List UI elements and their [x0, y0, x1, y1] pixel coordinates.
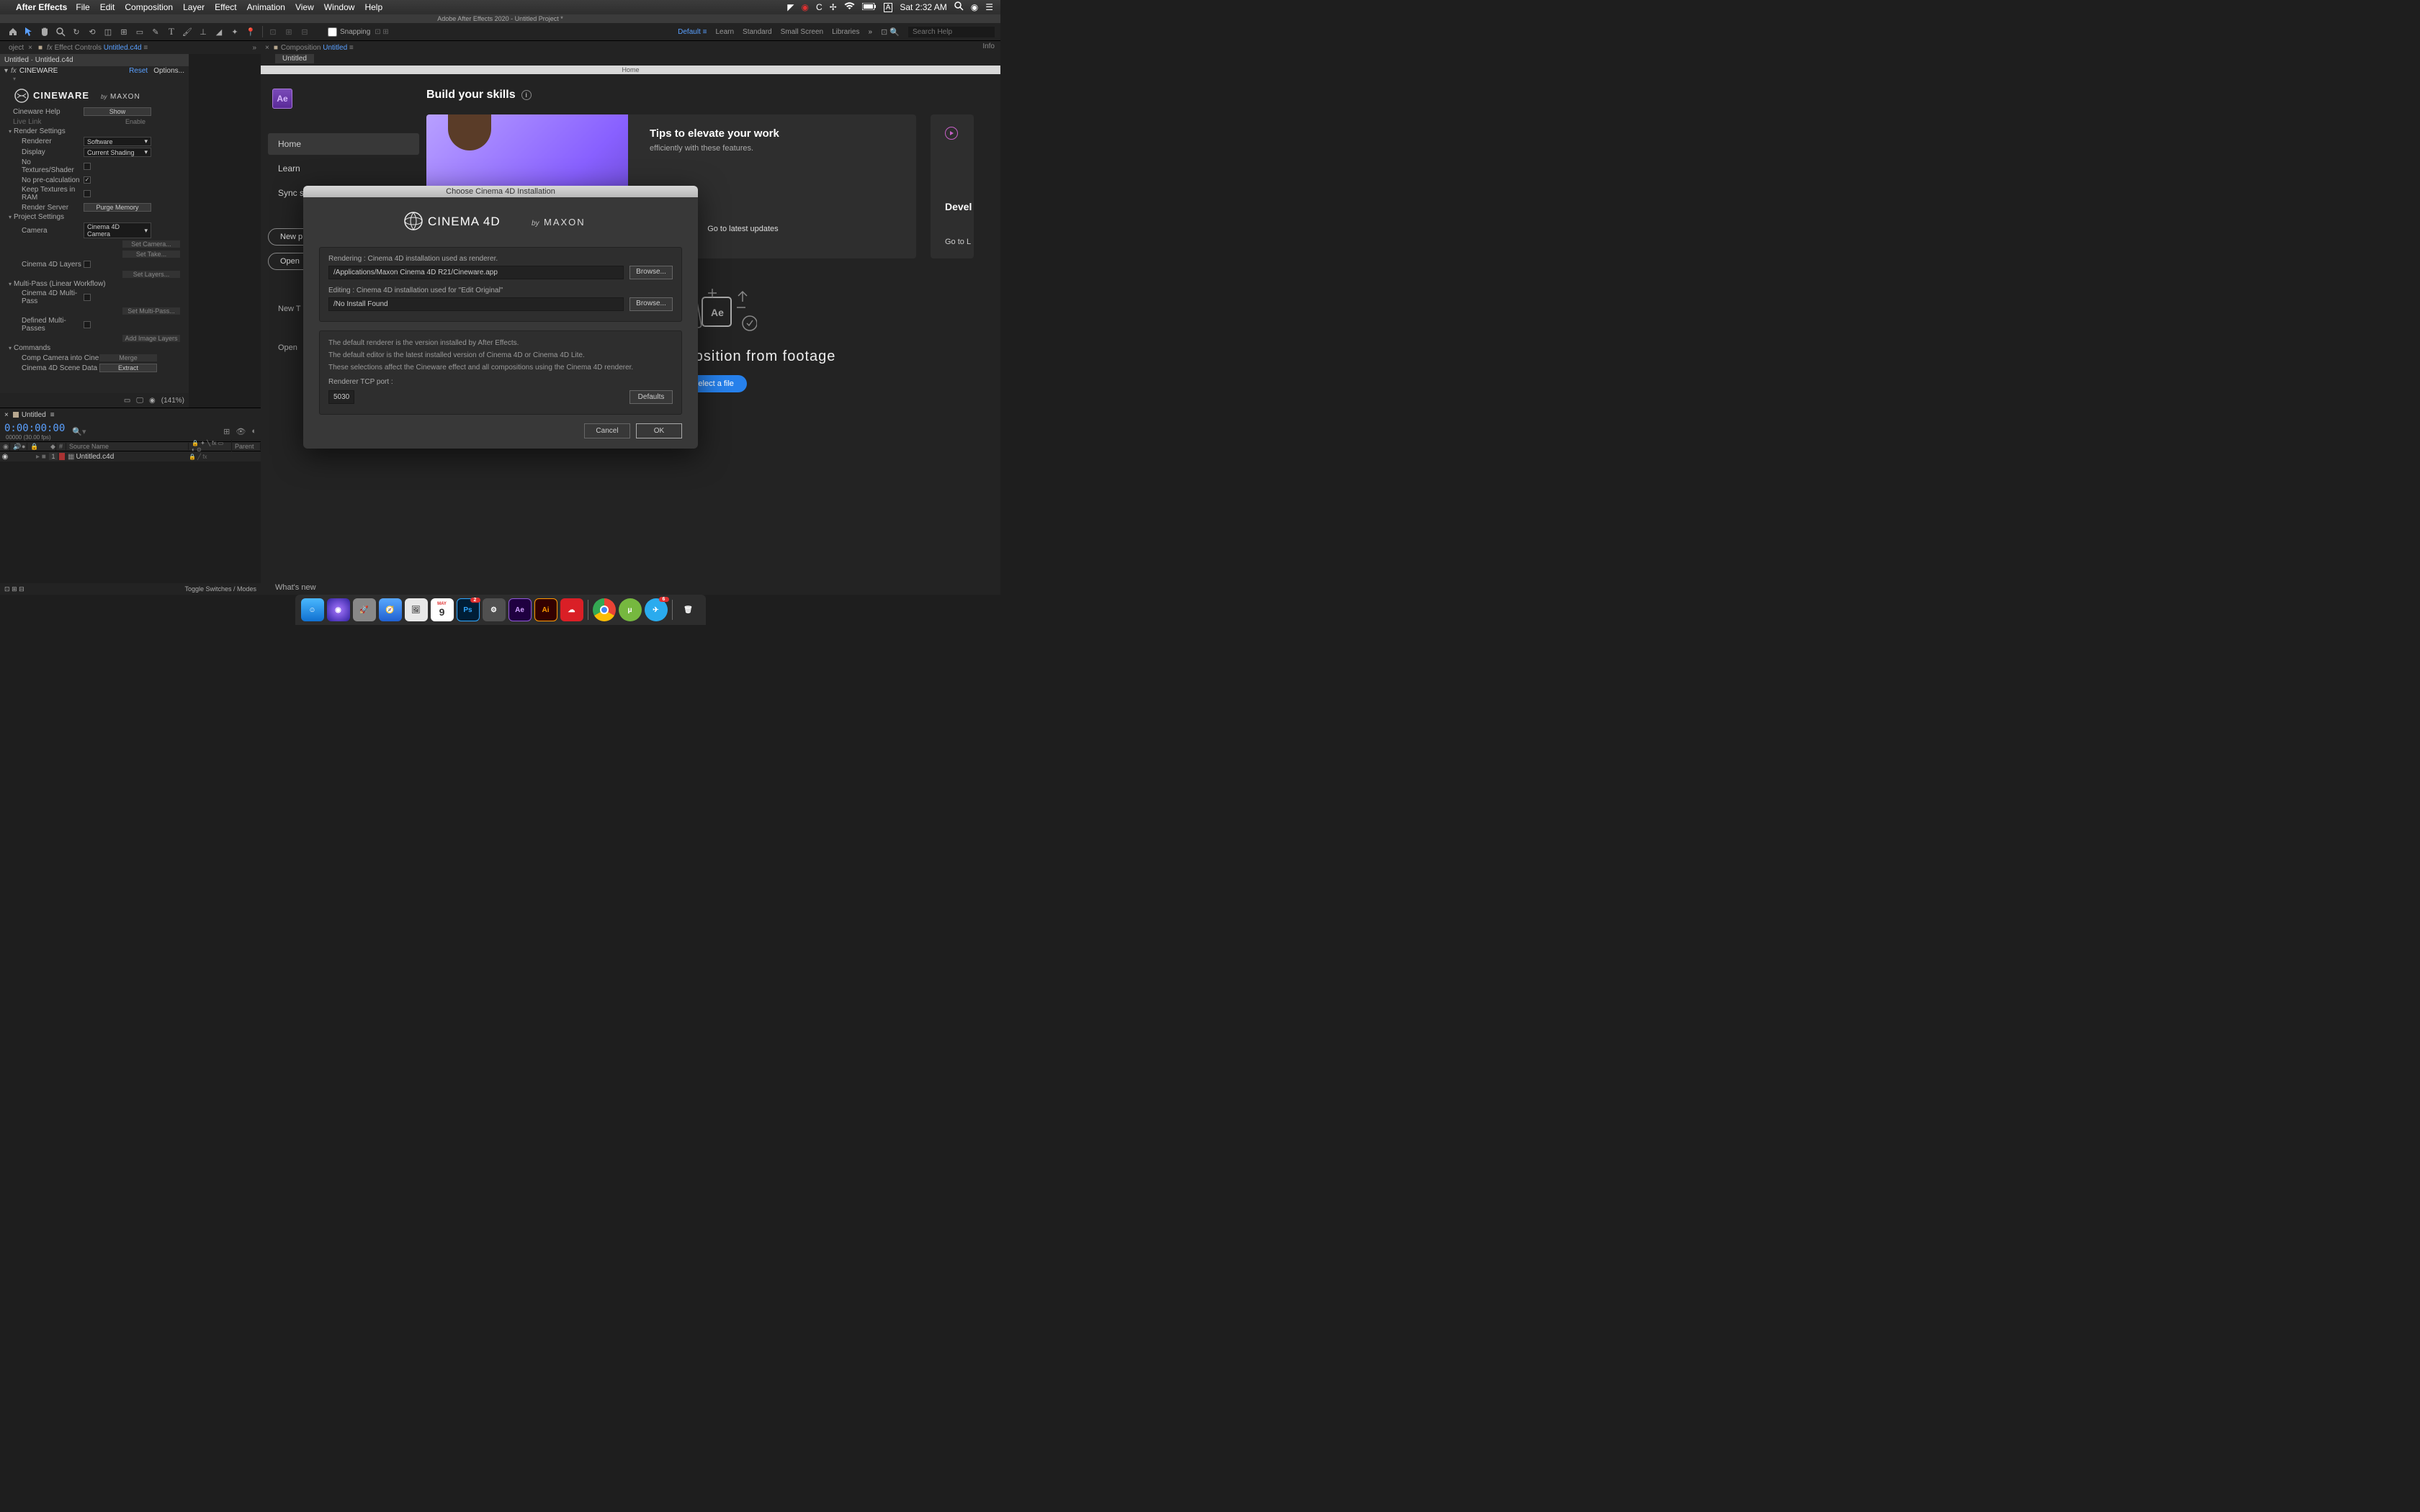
rendering-browse-button[interactable]: Browse... [629, 266, 673, 279]
rendering-path-input[interactable]: /Applications/Maxon Cinema 4D R21/Cinewa… [328, 266, 624, 279]
modal-text-2: The default editor is the latest install… [328, 351, 673, 360]
defaults-button[interactable]: Defaults [629, 390, 673, 404]
modal-overlay: Choose Cinema 4D Installation CINEMA 4D … [0, 0, 1000, 625]
cancel-button[interactable]: Cancel [584, 423, 630, 438]
editing-path-input[interactable]: /No Install Found [328, 297, 624, 311]
c4d-logo: CINEMA 4D by MAXON [319, 210, 682, 234]
svg-text:by: by [532, 220, 540, 228]
dialog-title: Choose Cinema 4D Installation [303, 186, 698, 197]
svg-text:CINEMA 4D: CINEMA 4D [428, 215, 501, 228]
port-input[interactable]: 5030 [328, 390, 354, 404]
c4d-install-dialog: Choose Cinema 4D Installation CINEMA 4D … [303, 186, 698, 449]
ok-button[interactable]: OK [636, 423, 682, 438]
modal-text-1: The default renderer is the version inst… [328, 338, 673, 348]
editing-browse-button[interactable]: Browse... [629, 297, 673, 311]
rendering-label: Rendering : Cinema 4D installation used … [328, 255, 673, 263]
editing-label: Editing : Cinema 4D installation used fo… [328, 287, 673, 294]
svg-text:MAXON: MAXON [544, 217, 586, 228]
port-label: Renderer TCP port : [328, 378, 673, 386]
modal-text-3: These selections affect the Cineware eff… [328, 363, 673, 372]
